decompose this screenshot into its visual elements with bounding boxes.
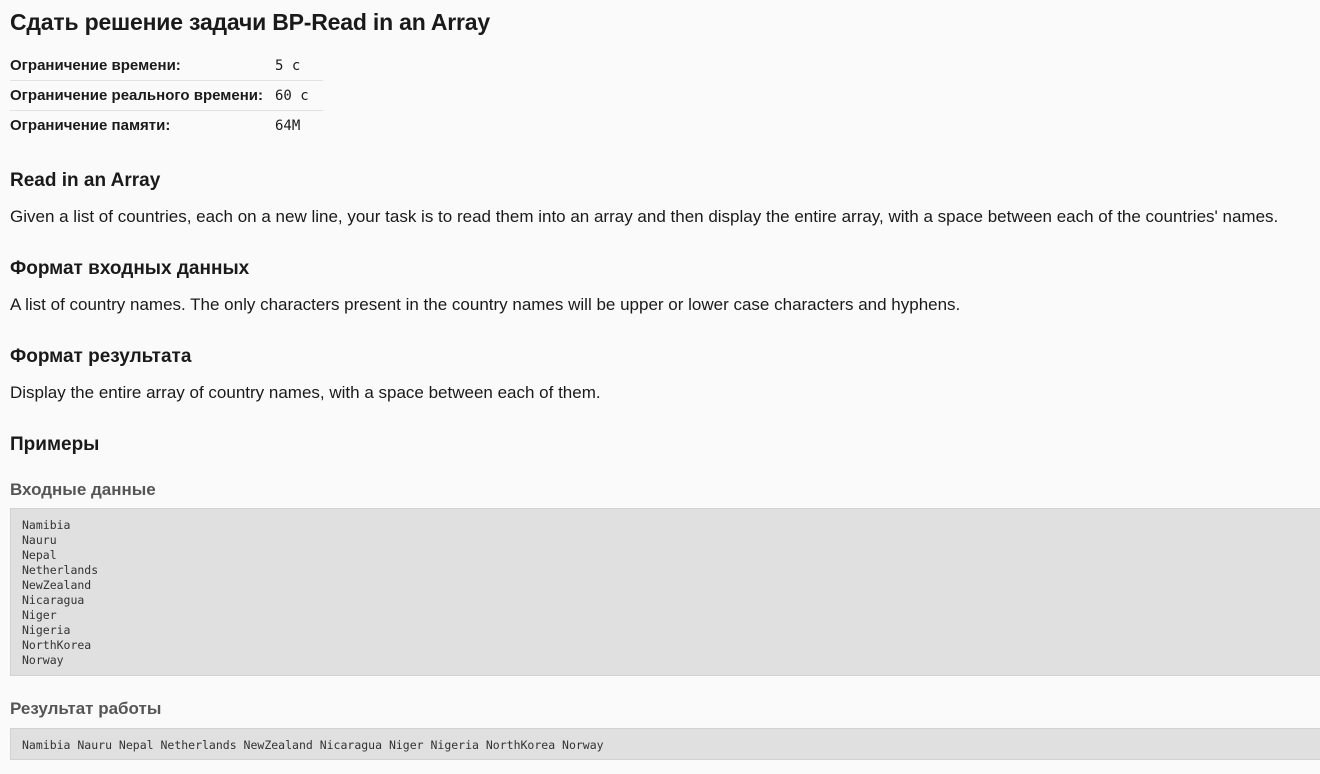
limits-table: Ограничение времени: 5 с Ограничение реа… xyxy=(10,51,323,140)
limit-row-time: Ограничение времени: 5 с xyxy=(10,51,323,81)
problem-page: Сдать решение задачи BP-Read in an Array… xyxy=(0,0,1320,774)
limit-row-realtime: Ограничение реального времени: 60 с xyxy=(10,80,323,111)
output-format-text: Display the entire array of country name… xyxy=(10,383,601,402)
output-format-heading: Формат результата xyxy=(10,346,192,367)
limit-value: 64M xyxy=(275,110,323,140)
limit-label: Ограничение реального времени: xyxy=(10,80,275,111)
limit-row-memory: Ограничение памяти: 64M xyxy=(10,110,323,140)
example-output-box: Namibia Nauru Nepal Netherlands NewZeala… xyxy=(10,728,1320,760)
problem-statement: Given a list of countries, each on a new… xyxy=(10,207,1279,226)
input-format-text: A list of country names. The only charac… xyxy=(10,295,961,314)
example-input-label: Входные данные xyxy=(10,480,156,499)
limit-value: 5 с xyxy=(275,57,301,74)
limit-label: Ограничение памяти: xyxy=(10,110,275,140)
limit-label: Ограничение времени: xyxy=(10,57,181,74)
page-title: Сдать решение задачи BP-Read in an Array xyxy=(10,9,490,35)
examples-heading: Примеры xyxy=(10,434,100,455)
input-format-heading: Формат входных данных xyxy=(10,258,250,279)
example-output-label: Результат работы xyxy=(10,699,162,718)
example-input-box: Namibia Nauru Nepal Netherlands NewZeala… xyxy=(10,508,1320,676)
problem-heading: Read in an Array xyxy=(10,170,161,191)
limit-value: 60 с xyxy=(275,80,323,111)
